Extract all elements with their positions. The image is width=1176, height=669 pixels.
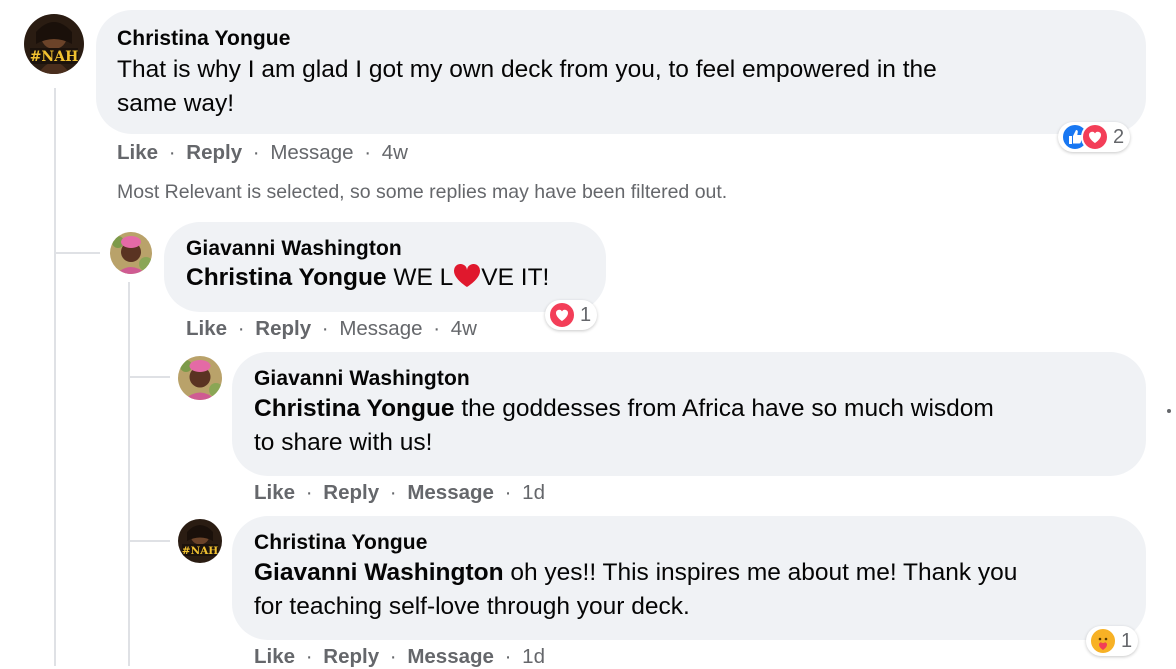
thread-branch [130, 540, 170, 542]
message-link[interactable]: Message [339, 317, 422, 341]
heart-emoji-icon [453, 263, 481, 288]
separator: · [389, 481, 397, 504]
avatar[interactable] [110, 232, 152, 274]
reply-actions: Like · Reply · Message · 4w [186, 317, 477, 341]
mention-link[interactable]: Giavanni Washington [254, 559, 504, 586]
separator: · [252, 141, 260, 164]
reply-link[interactable]: Reply [186, 141, 242, 164]
reactions-summary[interactable]: 2 [1058, 122, 1131, 152]
message-link[interactable]: Message [407, 645, 494, 668]
reply-text-part: WE L [386, 264, 454, 291]
reaction-count: 1 [1121, 629, 1133, 652]
separator: · [168, 141, 176, 164]
timestamp[interactable]: 4w [451, 317, 477, 341]
separator: · [305, 645, 313, 668]
avatar-logo-text: #NAH [182, 545, 219, 557]
love-icon [548, 301, 576, 329]
reply-link[interactable]: Reply [255, 317, 311, 340]
care-icon [1089, 627, 1117, 655]
separator: · [305, 481, 313, 504]
reply-text-part: oh yes!! This inspires me about me! Than… [503, 559, 1018, 586]
timestamp[interactable]: 1d [522, 645, 545, 669]
avatar[interactable] [178, 356, 222, 400]
like-link[interactable]: Like [186, 317, 227, 340]
comment-bubble: Christina Yongue That is why I am glad I… [96, 10, 1146, 134]
separator: · [237, 317, 245, 340]
reply-bubble: Christina Yongue Giavanni Washington oh … [232, 516, 1146, 640]
separator: · [389, 645, 397, 668]
separator: · [504, 645, 512, 668]
reply-text-line: for teaching self-love through your deck… [254, 593, 690, 620]
separator: · [433, 317, 441, 340]
avatar[interactable]: #NAH [24, 14, 84, 74]
separator: · [504, 481, 512, 504]
comment-author[interactable]: Christina Yongue [117, 27, 1126, 51]
like-link[interactable]: Like [117, 141, 158, 164]
reply-bubble: Giavanni Washington Christina Yongue WE … [164, 222, 606, 312]
reactions-summary[interactable]: 1 [1086, 626, 1139, 656]
like-link[interactable]: Like [254, 645, 295, 668]
reply-link[interactable]: Reply [323, 481, 379, 504]
reply-text-line: Christina Yongue the goddesses from Afri… [254, 392, 1126, 426]
reaction-count: 1 [580, 303, 592, 326]
comment-text-line: same way! [117, 90, 235, 117]
reply-text-line: Giavanni Washington oh yes!! This inspir… [254, 556, 1126, 590]
reply-text-part: VE IT! [481, 264, 550, 291]
avatar[interactable]: #NAH [178, 519, 222, 563]
timestamp[interactable]: 1d [522, 481, 545, 505]
filter-note: Most Relevant is selected, so some repli… [117, 181, 728, 203]
separator: · [321, 317, 329, 340]
comment-text-line: That is why I am glad I got my own deck … [117, 56, 937, 83]
reply-bubble: Giavanni Washington Christina Yongue the… [232, 352, 1146, 476]
reply-actions: Like · Reply · Message · 1d [254, 645, 545, 669]
reply-text: Christina Yongue WE L VE IT! [186, 261, 586, 295]
reply-author[interactable]: Giavanni Washington [186, 237, 586, 261]
separator: · [364, 141, 372, 164]
love-icon [1081, 123, 1109, 151]
timestamp[interactable]: 4w [382, 141, 408, 165]
mention-link[interactable]: Christina Yongue [254, 395, 455, 422]
thread-line-main [54, 88, 56, 666]
comment-actions: Like · Reply · Message · 4w [117, 141, 408, 165]
reply-author[interactable]: Christina Yongue [254, 531, 1126, 555]
avatar-logo-text: #NAH [30, 49, 79, 65]
reactions-summary[interactable]: 1 [545, 300, 598, 330]
thread-branch [56, 252, 100, 254]
reply-text-part: the goddesses from Africa have so much w… [454, 395, 994, 422]
more-options-icon[interactable] [1167, 409, 1171, 413]
reply-author[interactable]: Giavanni Washington [254, 367, 1126, 391]
message-link[interactable]: Message [270, 141, 353, 165]
like-link[interactable]: Like [254, 481, 295, 504]
thread-branch [130, 376, 170, 378]
reply-text-line: to share with us! [254, 429, 433, 456]
reply-text: Giavanni Washington oh yes!! This inspir… [254, 556, 1126, 624]
thread-line-sub [128, 282, 130, 666]
comment-text: That is why I am glad I got my own deck … [117, 53, 1126, 121]
message-link[interactable]: Message [407, 481, 494, 504]
reaction-count: 2 [1113, 125, 1125, 148]
mention-link[interactable]: Christina Yongue [186, 264, 387, 291]
reply-link[interactable]: Reply [323, 645, 379, 668]
reply-text: Christina Yongue the goddesses from Afri… [254, 392, 1126, 460]
reply-actions: Like · Reply · Message · 1d [254, 481, 545, 505]
